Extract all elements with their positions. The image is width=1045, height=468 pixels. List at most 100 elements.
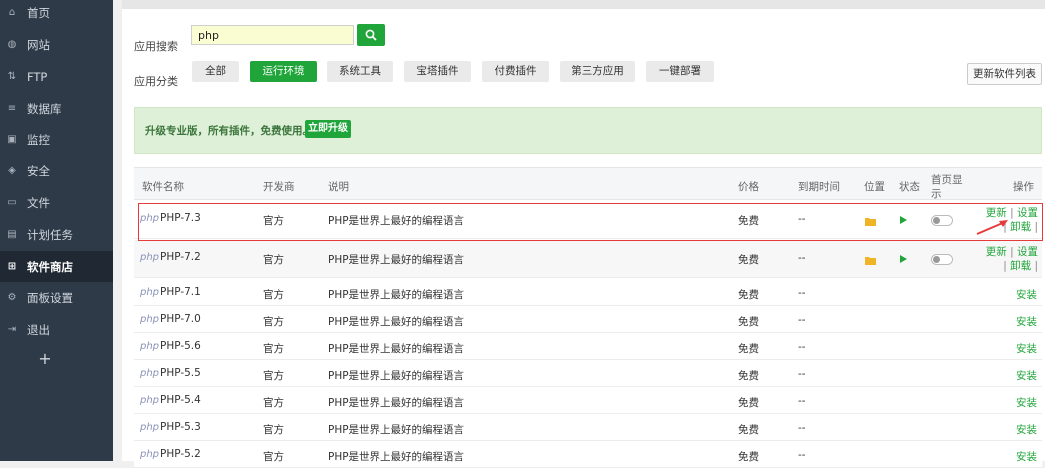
promo-banner: 升级专业版，所有插件，免费使用。 立即升级 <box>134 107 1042 154</box>
separator: | <box>1031 260 1038 272</box>
sidebar-item-monitor[interactable]: ▣ 监控 <box>0 124 113 155</box>
install-link[interactable]: 安装 <box>1016 287 1037 302</box>
home-icon: ⌂ <box>8 7 16 18</box>
promo-text: 升级专业版，所有插件，免费使用。 <box>145 125 313 137</box>
install-link[interactable]: 安装 <box>1016 449 1037 464</box>
uninstall-link[interactable]: 卸载 <box>1010 221 1031 233</box>
folder-icon: ▭ <box>7 197 17 208</box>
price: 免费 <box>738 451 759 463</box>
install-link[interactable]: 安装 <box>1016 341 1037 356</box>
software-name: PHP-7.2 <box>160 251 201 263</box>
header-ops: 操作 <box>1013 181 1034 193</box>
sidebar-item-label: 计划任务 <box>27 227 73 242</box>
developer: 官方 <box>263 424 284 436</box>
category-system-tools[interactable]: 系统工具 <box>327 61 393 82</box>
expire-time: -- <box>798 252 806 264</box>
php-logo: php <box>140 368 160 379</box>
php-logo: php <box>140 213 160 224</box>
category-one-click[interactable]: 一键部署 <box>646 61 714 82</box>
expire-time: -- <box>798 422 806 434</box>
grid-icon: ⊞ <box>7 261 17 272</box>
expire-time: -- <box>798 449 806 461</box>
refresh-list-button[interactable]: 更新软件列表 <box>967 63 1042 85</box>
globe-icon: ◍ <box>7 39 17 50</box>
price: 免费 <box>738 397 759 409</box>
settings-link[interactable]: 设置 <box>1017 246 1038 258</box>
header-description: 说明 <box>328 181 349 193</box>
price: 免费 <box>738 424 759 436</box>
sidebar-item-ftp[interactable]: ⇅ FTP <box>0 61 113 92</box>
description: PHP是世界上最好的编程语言 <box>328 451 465 463</box>
sidebar-item-label: 数据库 <box>27 101 62 116</box>
sidebar-item-website[interactable]: ◍ 网站 <box>0 29 113 60</box>
gear-icon: ⚙ <box>7 292 17 303</box>
sidebar-item-label: 面板设置 <box>27 290 73 305</box>
price: 免费 <box>738 343 759 355</box>
install-link[interactable]: 安装 <box>1016 314 1037 329</box>
sidebar-item-settings[interactable]: ⚙ 面板设置 <box>0 282 113 313</box>
category-paid-plugins[interactable]: 付费插件 <box>482 61 549 82</box>
install-link[interactable]: 安装 <box>1016 368 1037 383</box>
install-link[interactable]: 安装 <box>1016 422 1037 437</box>
ftp-icon: ⇅ <box>7 71 17 82</box>
settings-link[interactable]: 设置 <box>1017 207 1038 219</box>
shield-icon: ◈ <box>8 165 16 176</box>
developer: 官方 <box>263 343 284 355</box>
description: PHP是世界上最好的编程语言 <box>328 424 465 436</box>
header-developer: 开发商 <box>263 181 295 193</box>
php-logo: php <box>140 287 160 298</box>
sidebar-item-cron[interactable]: ▤ 计划任务 <box>0 219 113 250</box>
home-display-toggle[interactable] <box>931 254 953 265</box>
sidebar-item-label: 网站 <box>27 37 50 52</box>
upgrade-button[interactable]: 立即升级 <box>305 120 351 138</box>
table-row: php PHP-7.3 官方 PHP是世界上最好的编程语言 免费 -- 更新 | 设置 | … <box>134 201 1042 239</box>
software-name: PHP-7.3 <box>160 212 201 224</box>
category-runtime[interactable]: 运行环境 <box>250 61 317 82</box>
search-input[interactable] <box>191 25 354 45</box>
category-third-party[interactable]: 第三方应用 <box>560 61 635 82</box>
description: PHP是世界上最好的编程语言 <box>328 397 465 409</box>
php-logo: php <box>140 395 160 406</box>
sidebar-item-database[interactable]: ≡ 数据库 <box>0 93 113 124</box>
category-bt-plugins[interactable]: 宝塔插件 <box>404 61 471 82</box>
expire-time: -- <box>798 341 806 353</box>
header-name: 软件名称 <box>142 181 184 193</box>
table-row: php PHP-7.2 官方 PHP是世界上最好的编程语言 免费 -- 更新 | 设置 | … <box>134 240 1042 278</box>
sidebar-item-home[interactable]: ⌂ 首页 <box>0 0 113 28</box>
search-button[interactable] <box>357 24 385 46</box>
php-logo: php <box>140 449 160 460</box>
folder-icon[interactable] <box>865 255 876 265</box>
add-button[interactable]: + <box>0 349 90 368</box>
expire-time: -- <box>798 287 806 299</box>
sidebar-item-store[interactable]: ⊞ 软件商店 <box>0 251 113 282</box>
category-all[interactable]: 全部 <box>192 61 239 82</box>
sidebar-item-label: 退出 <box>27 322 50 337</box>
php-logo: php <box>140 422 160 433</box>
software-name: PHP-7.0 <box>160 313 201 325</box>
table-header: 软件名称 开发商 说明 价格 到期时间 位置 状态 首页显 示 操作 <box>134 167 1042 200</box>
home-display-toggle[interactable] <box>931 215 953 226</box>
header-location: 位置 <box>864 181 885 193</box>
folder-icon[interactable] <box>865 216 876 226</box>
play-icon[interactable] <box>900 216 907 224</box>
price: 免费 <box>738 215 759 227</box>
developer: 官方 <box>263 370 284 382</box>
developer: 官方 <box>263 316 284 328</box>
search-label: 应用搜索 <box>134 40 178 53</box>
table-row: php PHP-7.1 官方 PHP是世界上最好的编程语言 免费 -- 安装 <box>134 279 1042 306</box>
sidebar-item-label: 安全 <box>27 163 50 178</box>
uninstall-link[interactable]: 卸载 <box>1010 260 1031 272</box>
header-home-display: 首页显 <box>931 174 963 186</box>
developer: 官方 <box>263 451 284 463</box>
update-link[interactable]: 更新 <box>986 246 1007 258</box>
install-link[interactable]: 安装 <box>1016 395 1037 410</box>
sidebar-item-label: 软件商店 <box>27 259 73 274</box>
header-expire: 到期时间 <box>798 181 840 193</box>
sidebar-item-files[interactable]: ▭ 文件 <box>0 187 113 218</box>
sidebar-item-security[interactable]: ◈ 安全 <box>0 155 113 186</box>
developer: 官方 <box>263 254 284 266</box>
play-icon[interactable] <box>900 255 907 263</box>
sidebar-item-label: 文件 <box>27 195 50 210</box>
price: 免费 <box>738 370 759 382</box>
sidebar-item-logout[interactable]: ⇥ 退出 <box>0 314 113 345</box>
